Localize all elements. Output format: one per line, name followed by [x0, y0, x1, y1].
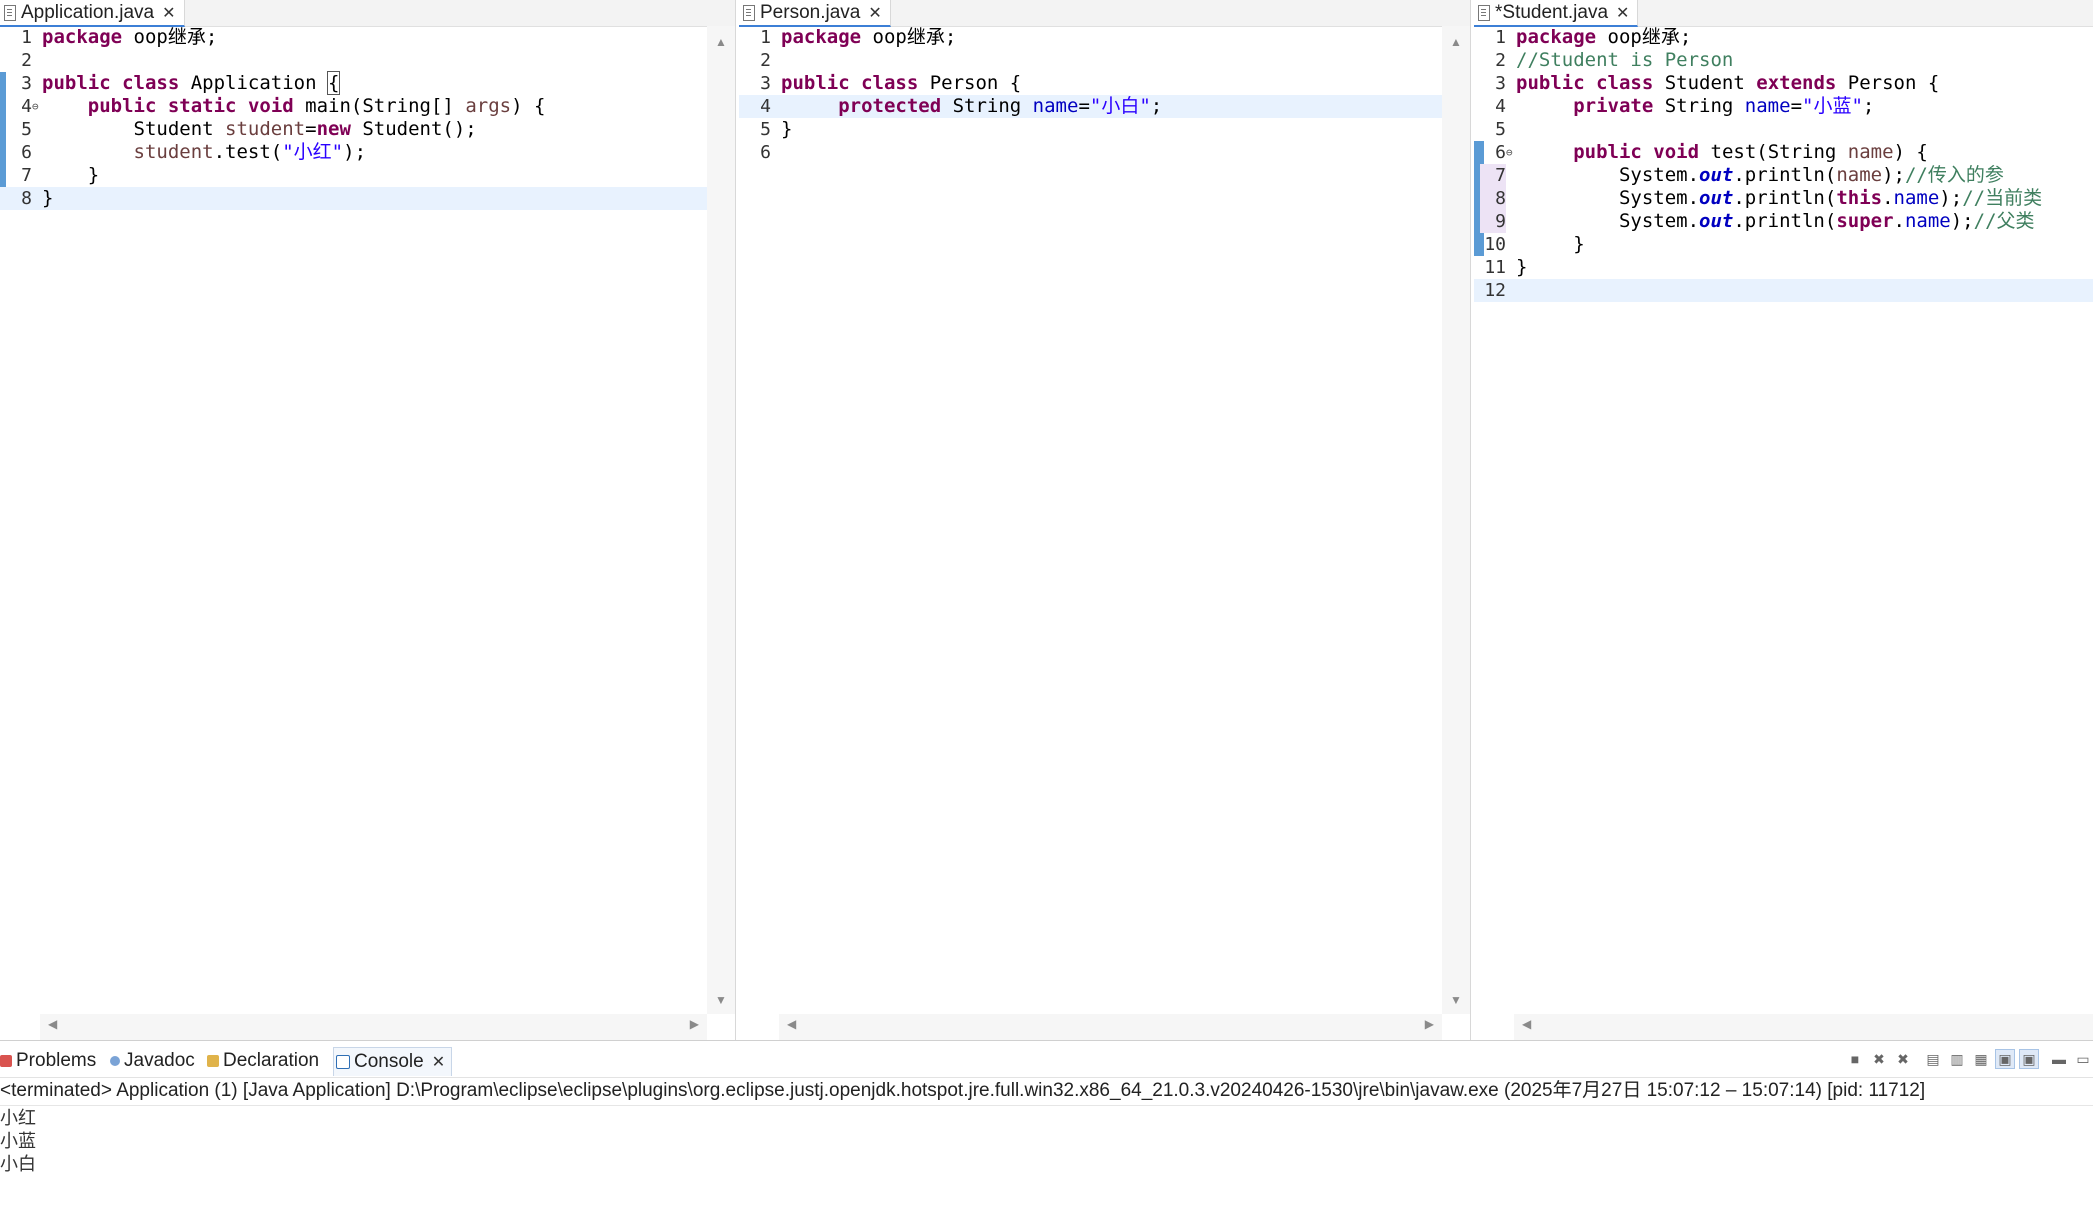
console-icon — [336, 1055, 350, 1069]
output-line: 小蓝 — [0, 1131, 36, 1152]
code-line: 2//Student is Person — [1495, 49, 1734, 71]
horizontal-scrollbar[interactable]: ◀ ▶ — [779, 1014, 1442, 1040]
scroll-up-icon[interactable]: ▲ — [1442, 32, 1470, 52]
code-line: 6 ⊖ public void test(String name) { — [1495, 141, 1928, 164]
tab-console[interactable]: Console ✕ — [333, 1047, 453, 1076]
code-lines[interactable]: 1 package oop继承; 2 3 public class Applicat… — [0, 26, 707, 210]
scroll-right-icon[interactable]: ▶ — [1425, 1017, 1434, 1031]
console-toolbar: ■ ✖ ✖ ▤ ▥ ▦ ▣ ▣ ▬ ▭ — [1841, 1047, 2093, 1071]
vertical-scrollbar[interactable]: ▲ ▼ — [707, 26, 735, 1014]
console-output[interactable]: 小红 小蓝 小白 — [0, 1107, 36, 1176]
code-line: 4 ⊖ public static void main(String[] args… — [21, 95, 546, 118]
scroll-right-icon[interactable]: ▶ — [690, 1017, 699, 1031]
scroll-down-icon[interactable]: ▼ — [707, 990, 735, 1010]
scroll-lock-icon[interactable]: ▥ — [1947, 1049, 1967, 1069]
output-line: 小白 — [0, 1154, 36, 1175]
code-line: 1 package oop继承; — [760, 26, 957, 48]
pin-console-icon[interactable]: ▬ — [2049, 1049, 2069, 1069]
close-icon[interactable]: ✕ — [432, 1052, 445, 1072]
tab-person-java[interactable]: Person.java ✕ — [739, 0, 891, 27]
code-line: 3 public class Application { — [21, 71, 341, 95]
code-lines[interactable]: 1 package oop继承; 2 3 public class Person {… — [739, 26, 1442, 164]
tab-javadoc[interactable]: Javadoc — [110, 1047, 195, 1075]
word-wrap-icon[interactable]: ▦ — [1971, 1049, 1991, 1069]
code-area[interactable]: 1 package oop继承; 2//Student is Person 3 pu… — [1474, 26, 2093, 1014]
code-line-current: 4 protected String name="小白"; — [739, 95, 1442, 118]
java-file-icon — [4, 4, 16, 21]
editor-student[interactable]: *Student.java ✕ 1 package oop继承; 2//Stude… — [1474, 0, 2093, 1040]
code-line: 6 — [760, 142, 771, 163]
editor-tabbar: Application.java ✕ — [0, 0, 735, 27]
tab-label: Person.java — [760, 1, 861, 23]
editor-person[interactable]: Person.java ✕ 1 package oop继承; 2 3 public … — [739, 0, 1471, 1040]
code-line: 3 public class Student extends Person { — [1495, 72, 1940, 94]
tab-student-java[interactable]: *Student.java ✕ — [1474, 0, 1639, 27]
code-line: 2 — [760, 50, 771, 71]
fold-icon[interactable]: ⊖ — [32, 95, 39, 118]
code-line: 1 package oop继承; — [1495, 26, 1692, 48]
java-file-icon — [743, 4, 755, 21]
display-console-icon[interactable]: ▭ — [2073, 1049, 2093, 1069]
scroll-down-icon[interactable]: ▼ — [1442, 990, 1470, 1010]
code-line: 11} — [1484, 256, 1528, 278]
console-panel: Problems Javadoc Declaration Console ✕ ■… — [0, 1040, 2093, 1210]
horizontal-scrollbar[interactable]: ◀ ▶ — [40, 1014, 707, 1040]
output-line: 小红 — [0, 1108, 36, 1129]
code-line: 7 System.out.println(name);//传入的参 — [1474, 164, 2093, 187]
code-line: 3 public class Person { — [760, 72, 1022, 94]
scroll-left-icon[interactable]: ◀ — [787, 1017, 796, 1031]
editor-tabbar: *Student.java ✕ — [1474, 0, 2093, 27]
code-line: 5 — [1495, 119, 1506, 140]
javadoc-icon — [110, 1056, 120, 1066]
code-line: 9 System.out.println(super.name);//父类 — [1474, 210, 2093, 233]
scroll-left-icon[interactable]: ◀ — [1522, 1017, 1531, 1031]
close-icon[interactable]: ✕ — [868, 3, 881, 23]
code-line-current: 12 — [1474, 279, 2093, 302]
code-line-current: 8} — [0, 187, 707, 210]
java-file-icon — [1478, 4, 1490, 21]
show-on-output-icon[interactable]: ▣ — [1995, 1049, 2015, 1069]
code-line: 4 private String name="小蓝"; — [1495, 95, 1875, 117]
remove-all-icon[interactable]: ✖ — [1893, 1049, 1913, 1069]
close-icon[interactable]: ✕ — [1616, 3, 1629, 23]
declaration-icon — [207, 1055, 219, 1067]
view-tabbar: Problems Javadoc Declaration Console ✕ ■… — [0, 1041, 2093, 1078]
editor-tabbar: Person.java ✕ — [739, 0, 1470, 27]
terminate-icon[interactable]: ■ — [1845, 1049, 1865, 1069]
editor-application[interactable]: Application.java ✕ 1 package oop继承; 2 3 pu… — [0, 0, 736, 1040]
horizontal-scrollbar[interactable]: ◀ — [1514, 1014, 2093, 1040]
code-line: 5} — [760, 118, 793, 140]
tab-declaration[interactable]: Declaration — [207, 1047, 319, 1075]
code-lines[interactable]: 1 package oop继承; 2//Student is Person 3 pu… — [1474, 26, 2093, 302]
editor-area: Application.java ✕ 1 package oop继承; 2 3 pu… — [0, 0, 2093, 1040]
code-line: 5 Student student=new Student(); — [21, 118, 477, 140]
code-line: 8 System.out.println(this.name);//当前类 — [1474, 187, 2093, 210]
code-area[interactable]: 1 package oop继承; 2 3 public class Applicat… — [0, 26, 735, 1014]
problems-icon — [0, 1055, 12, 1067]
scroll-left-icon[interactable]: ◀ — [48, 1017, 57, 1031]
code-line: 1 package oop继承; — [21, 26, 218, 48]
show-on-error-icon[interactable]: ▣ — [2019, 1049, 2039, 1069]
tab-label: *Student.java — [1495, 1, 1609, 23]
code-line: 7 } — [21, 164, 100, 186]
code-line: 6 student.test("小红"); — [21, 141, 367, 163]
fold-icon[interactable]: ⊖ — [1506, 141, 1513, 164]
tab-label: Application.java — [21, 1, 155, 23]
scroll-up-icon[interactable]: ▲ — [707, 32, 735, 52]
clear-console-icon[interactable]: ▤ — [1923, 1049, 1943, 1069]
console-launch-header: <terminated> Application (1) [Java Appli… — [0, 1077, 2093, 1106]
close-icon[interactable]: ✕ — [162, 3, 175, 23]
remove-launch-icon[interactable]: ✖ — [1869, 1049, 1889, 1069]
tab-application-java[interactable]: Application.java ✕ — [0, 0, 185, 27]
tab-problems[interactable]: Problems — [0, 1047, 96, 1075]
vertical-scrollbar[interactable]: ▲ ▼ — [1442, 26, 1470, 1014]
code-line: 10 } — [1484, 233, 1585, 255]
code-line: 2 — [21, 50, 32, 71]
code-area[interactable]: 1 package oop继承; 2 3 public class Person {… — [739, 26, 1470, 1014]
